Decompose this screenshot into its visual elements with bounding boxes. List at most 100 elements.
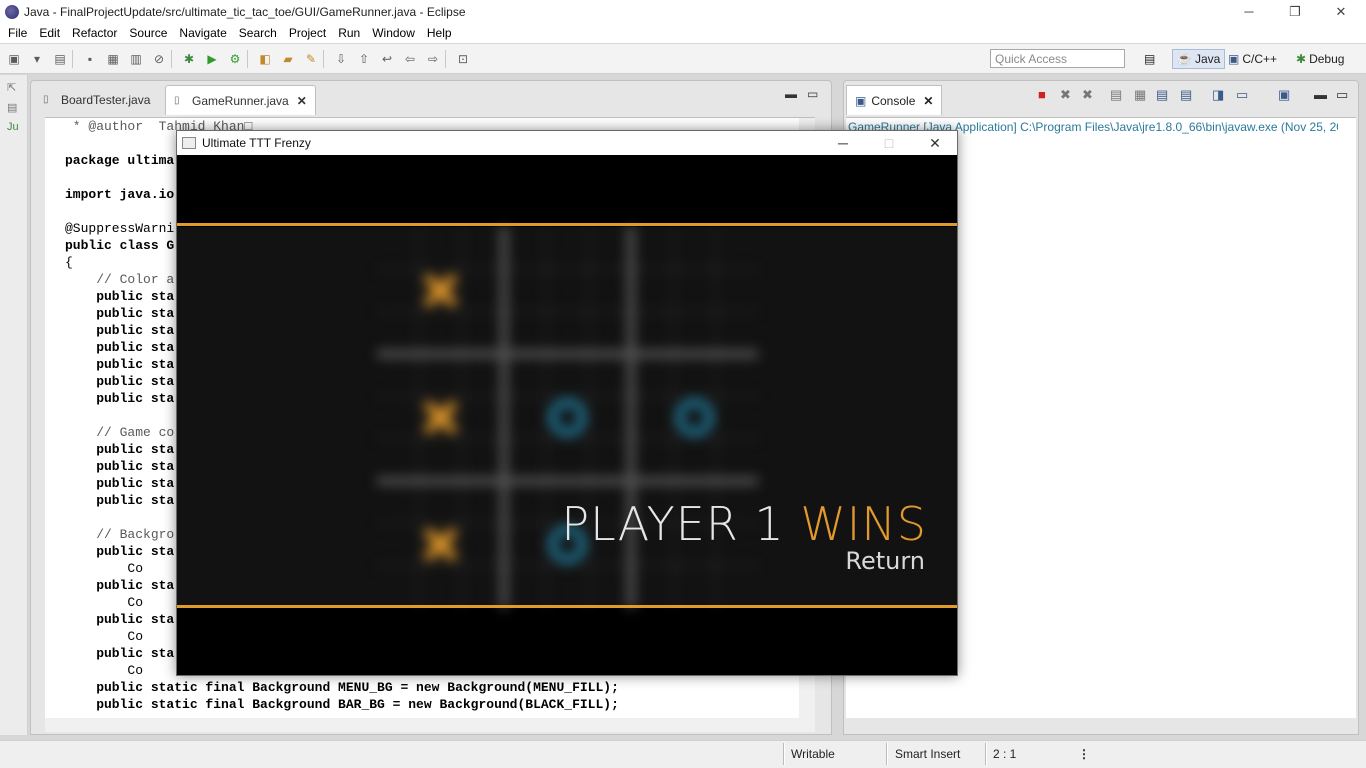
status-separator <box>886 743 888 765</box>
open-folder-icon[interactable]: ▰ <box>279 50 297 68</box>
perspective-cpp[interactable]: ▣ C/C++ <box>1228 49 1277 69</box>
tab-console[interactable]: ▣ Console ✕ <box>846 85 943 115</box>
banner-top-line <box>177 223 957 226</box>
save-all-icon[interactable]: ▦ <box>104 50 122 68</box>
o-mark <box>548 398 587 437</box>
perspective-debug[interactable]: ✱ Debug <box>1296 49 1344 69</box>
close-button[interactable]: ✕ <box>1318 0 1364 23</box>
game-minimize-button[interactable]: ─ <box>820 131 866 155</box>
minimize-button[interactable]: ─ <box>1226 0 1272 23</box>
run-external-icon[interactable]: ⚙ <box>226 50 244 68</box>
menu-bar: File Edit Refactor Source Navigate Searc… <box>0 23 1366 43</box>
save-icon[interactable]: ▪ <box>81 50 99 68</box>
status-cursor-position: 2 : 1 <box>993 747 1017 761</box>
display-console-icon[interactable]: ▭ <box>1236 87 1248 103</box>
open-perspective-icon[interactable]: ▤ <box>1144 49 1155 69</box>
menu-help[interactable]: Help <box>421 26 458 40</box>
scroll-lock-icon[interactable]: ▦ <box>1134 87 1146 103</box>
back-icon[interactable]: ⇦ <box>401 50 419 68</box>
tab-label: GameRunner.java <box>192 93 289 108</box>
game-canvas: PLAYER 1 WINS Return <box>177 155 957 675</box>
restore-button[interactable]: ❐ <box>1272 0 1318 23</box>
pin-console-icon[interactable]: ◨ <box>1212 87 1224 103</box>
game-maximize-button[interactable]: □ <box>866 131 912 155</box>
forward-icon[interactable]: ⇨ <box>424 50 442 68</box>
status-writable: Writable <box>791 747 835 761</box>
package-explorer-icon[interactable]: ▤ <box>7 101 21 115</box>
menu-refactor[interactable]: Refactor <box>66 26 123 40</box>
return-button[interactable]: Return <box>845 547 925 575</box>
remove-launch-icon[interactable]: ✖ <box>1060 87 1071 103</box>
game-window: Ultimate TTT Frenzy ─ □ ✕ PLAYER 1 WINS … <box>176 130 958 676</box>
toolbar-separator <box>171 49 172 68</box>
menu-file[interactable]: File <box>2 26 33 40</box>
menu-search[interactable]: Search <box>233 26 283 40</box>
toolbar-separator <box>323 49 324 68</box>
remove-all-launches-icon[interactable]: ✖ <box>1082 87 1093 103</box>
menu-project[interactable]: Project <box>283 26 332 40</box>
clear-console-icon[interactable]: ▤ <box>1110 87 1122 103</box>
perspective-java[interactable]: ☕ Java <box>1172 49 1226 69</box>
code-line: public static final Background MENU_BG =… <box>65 680 619 695</box>
menu-run[interactable]: Run <box>332 26 366 40</box>
next-annotation-icon[interactable]: ⇩ <box>332 50 350 68</box>
terminate-icon[interactable]: ■ <box>1038 87 1046 102</box>
minimize-editor-icon[interactable]: ▬ <box>785 87 797 101</box>
menu-window[interactable]: Window <box>366 26 421 40</box>
menu-source[interactable]: Source <box>123 26 173 40</box>
perspective-java-label: Java <box>1194 52 1221 66</box>
eclipse-logo-icon <box>5 4 19 19</box>
maximize-editor-icon[interactable]: ▭ <box>807 87 818 101</box>
menu-navigate[interactable]: Navigate <box>173 26 232 40</box>
cpp-perspective-icon: ▣ <box>1228 52 1240 66</box>
close-tab-icon[interactable]: ✕ <box>297 94 307 108</box>
toolbar-separator <box>72 49 73 68</box>
junit-icon[interactable]: Ju <box>7 121 21 135</box>
word-wrap-icon[interactable]: ▤ <box>1156 87 1168 103</box>
new-icon[interactable]: ▣ <box>5 50 23 68</box>
tab-gamerunner[interactable]: ▯ GameRunner.java ✕ <box>165 85 316 115</box>
blurred-game-board <box>377 227 758 608</box>
editor-horizontal-scrollbar[interactable] <box>45 718 815 732</box>
java-file-icon: ▯ <box>43 94 49 105</box>
status-menu-icon[interactable]: ⋮ <box>1078 747 1090 761</box>
java-app-icon <box>182 137 196 149</box>
open-console-icon[interactable]: ▣ <box>1278 87 1290 103</box>
code-gutter <box>45 118 63 718</box>
run-icon[interactable]: ▶ <box>203 50 221 68</box>
status-insert-mode: Smart Insert <box>895 747 961 761</box>
toolbar-separator <box>445 49 446 68</box>
prev-annotation-icon[interactable]: ⇧ <box>355 50 373 68</box>
game-window-title: Ultimate TTT Frenzy <box>202 136 311 150</box>
search-icon[interactable]: ✎ <box>302 50 320 68</box>
skip-breakpoints-icon[interactable]: ⊘ <box>150 50 168 68</box>
java-perspective-icon: ☕ <box>1177 52 1192 66</box>
main-toolbar: ▣ ▾ ▤ ▪ ▦ ▥ ⊘ ✱ ▶ ⚙ ◧ ▰ ✎ ⇩ ⇧ ↩ ⇦ ⇨ ⊡ Qu… <box>0 44 1366 74</box>
minimize-console-icon[interactable]: ▬ <box>1314 87 1327 102</box>
quick-access-input[interactable]: Quick Access <box>990 49 1125 68</box>
print-icon[interactable]: ▥ <box>127 50 145 68</box>
eclipse-title-bar: Java - FinalProjectUpdate/src/ultimate_t… <box>0 0 1366 23</box>
last-edit-icon[interactable]: ↩ <box>378 50 396 68</box>
new-dropdown-icon[interactable]: ▾ <box>28 50 46 68</box>
show-console-icon[interactable]: ▤ <box>1180 87 1192 103</box>
editor-tabs: ▯ BoardTester.java ▯ GameRunner.java ✕ ▬… <box>31 81 831 115</box>
window-title: Java - FinalProjectUpdate/src/ultimate_t… <box>24 4 466 19</box>
debug-icon[interactable]: ✱ <box>180 50 198 68</box>
open-project-icon[interactable]: ▤ <box>51 50 69 68</box>
win-message-wins: WINS <box>800 497 927 551</box>
win-message-player: PLAYER 1 <box>561 497 801 551</box>
perspective-cpp-label: C/C++ <box>1242 52 1278 66</box>
restore-view-icon[interactable]: ⇱ <box>7 81 21 95</box>
java-file-icon: ▯ <box>174 94 180 106</box>
status-separator <box>985 743 987 765</box>
open-type-icon[interactable]: ◧ <box>256 50 274 68</box>
debug-perspective-icon: ✱ <box>1296 52 1307 66</box>
tab-boardtester[interactable]: ▯ BoardTester.java <box>35 85 158 115</box>
pin-editor-icon[interactable]: ⊡ <box>454 50 472 68</box>
game-close-button[interactable]: ✕ <box>912 131 958 155</box>
maximize-console-icon[interactable]: ▭ <box>1336 87 1348 103</box>
menu-edit[interactable]: Edit <box>33 26 66 40</box>
close-console-icon[interactable]: ✕ <box>923 94 933 108</box>
o-mark <box>675 398 714 437</box>
